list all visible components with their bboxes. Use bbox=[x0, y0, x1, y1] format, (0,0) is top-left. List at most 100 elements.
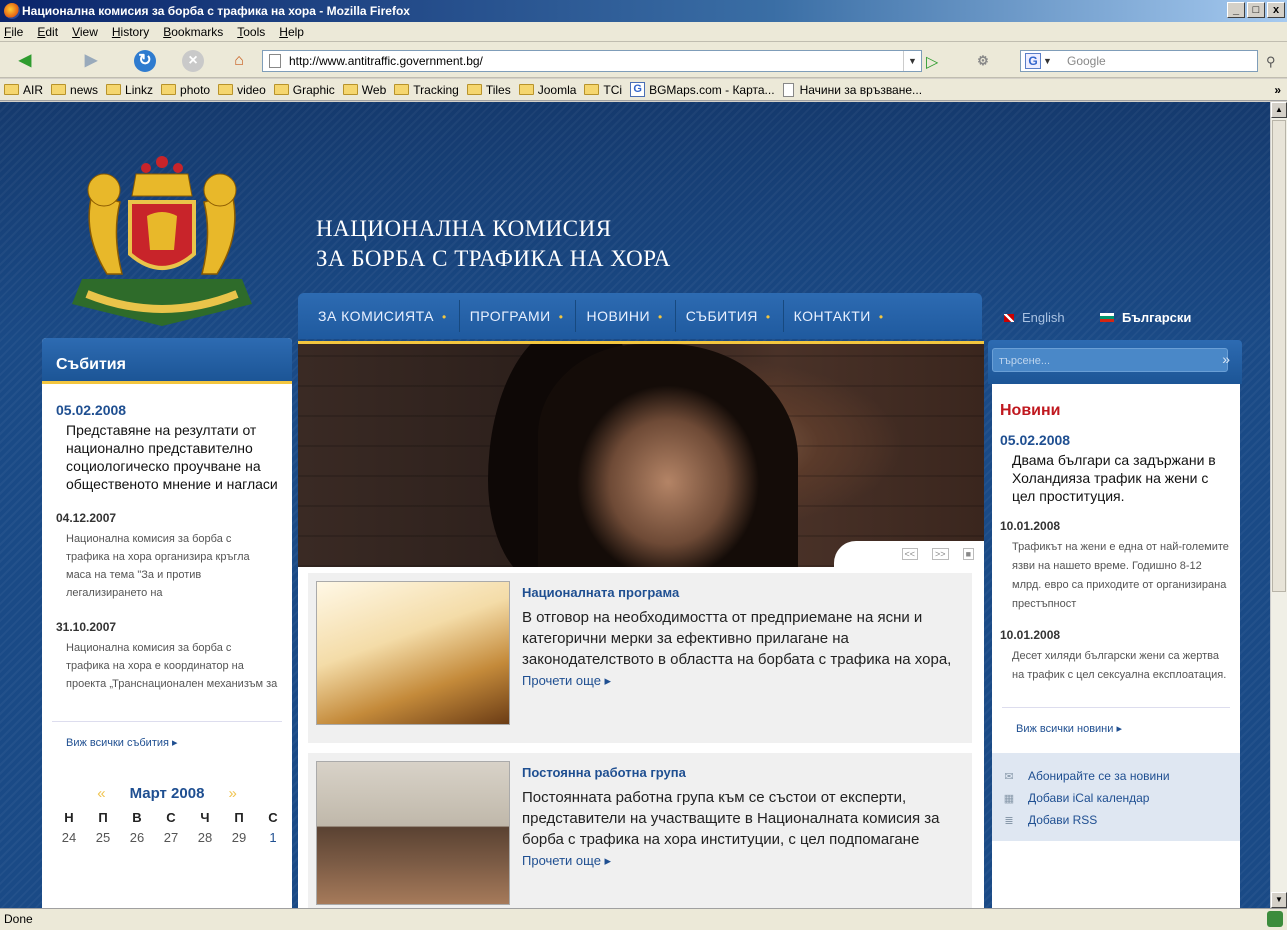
event-item[interactable]: 05.02.2008 Представяне на резултати от н… bbox=[42, 402, 292, 493]
article-title[interactable]: Националната програма bbox=[522, 585, 679, 600]
next-slide-icon[interactable]: >> bbox=[932, 548, 949, 560]
scroll-down-icon[interactable]: ▼ bbox=[1271, 892, 1287, 908]
news-item[interactable]: Десет хиляди български жени са жертва на… bbox=[1012, 647, 1234, 685]
nav-novini[interactable]: НОВИНИ • bbox=[576, 308, 674, 324]
calendar-header: « Март 2008 » bbox=[42, 785, 292, 802]
bookmark-web[interactable]: Web bbox=[342, 83, 386, 97]
dot-icon: • bbox=[558, 310, 564, 324]
menu-history[interactable]: History bbox=[112, 25, 149, 39]
status-bar: Done bbox=[0, 908, 1287, 930]
main-navigation: ЗА КОМИСИЯТА • ПРОГРАМИ • НОВИНИ • СЪБИТИЯ •… bbox=[298, 293, 982, 339]
nav-programi[interactable]: ПРОГРАМИ • bbox=[460, 308, 576, 324]
hero-image: << >> ■ bbox=[298, 341, 984, 567]
bookmark-bgmaps[interactable]: G BGMaps.com - Карта... bbox=[630, 82, 775, 97]
calendar-day[interactable]: 24 bbox=[52, 830, 86, 850]
status-text: Done bbox=[4, 912, 33, 926]
nav-sabitiya[interactable]: СЪБИТИЯ • bbox=[676, 308, 783, 324]
calendar-day[interactable]: 29 bbox=[222, 830, 256, 850]
calendar-grid: Н П В С Ч П С 24 25 26 27 28 29 1 bbox=[52, 810, 292, 850]
dot-icon: • bbox=[765, 310, 771, 324]
menu-help[interactable]: Help bbox=[279, 25, 304, 39]
stop-slide-icon[interactable]: ■ bbox=[962, 548, 974, 560]
rss-link[interactable]: ≣ Добави RSS bbox=[1002, 813, 1240, 827]
page-icon bbox=[269, 54, 281, 68]
news-item[interactable]: Трафикът на жени е една от най-големите … bbox=[1012, 538, 1234, 614]
feed-icon[interactable]: ⚙ bbox=[972, 50, 994, 72]
menu-file[interactable]: File bbox=[4, 25, 23, 39]
main-content: Националната програма В отговор на необх… bbox=[298, 567, 984, 908]
book-image[interactable] bbox=[316, 581, 510, 725]
article-title[interactable]: Постоянна работна група bbox=[522, 765, 686, 780]
dot-icon: • bbox=[658, 310, 663, 324]
bookmark-linkz[interactable]: Linkz bbox=[106, 83, 153, 97]
chevron-down-icon[interactable]: ▼ bbox=[903, 51, 921, 71]
lang-english[interactable]: English bbox=[1004, 310, 1065, 325]
bookmark-news[interactable]: news bbox=[51, 83, 98, 97]
close-button[interactable]: x bbox=[1267, 2, 1285, 18]
back-arrow-icon[interactable]: ◀ bbox=[14, 50, 36, 72]
home-icon[interactable]: ⌂ bbox=[228, 50, 250, 72]
google-icon[interactable]: G bbox=[1025, 53, 1041, 69]
reload-icon[interactable]: ↻ bbox=[134, 50, 156, 72]
calendar-day[interactable]: 26 bbox=[120, 830, 154, 850]
read-more-link[interactable]: Прочети още ▸ bbox=[522, 673, 611, 688]
meeting-image[interactable] bbox=[316, 761, 510, 905]
page-icon bbox=[782, 82, 794, 97]
calendar-day[interactable]: 28 bbox=[188, 830, 222, 850]
folder-icon bbox=[4, 84, 19, 95]
calendar-day[interactable]: 1 bbox=[256, 830, 290, 850]
menu-edit[interactable]: Edit bbox=[37, 25, 58, 39]
chevron-down-icon[interactable]: ▼ bbox=[1043, 51, 1052, 71]
prev-slide-icon[interactable]: << bbox=[901, 548, 919, 560]
scroll-up-icon[interactable]: ▲ bbox=[1271, 102, 1287, 118]
navigation-toolbar: ◀ ▶ ↻ × ⌂ http://www.antitraffic.governm… bbox=[0, 42, 1287, 78]
nav-za-komisiyata[interactable]: ЗА КОМИСИЯТА • bbox=[308, 308, 459, 324]
news-item[interactable]: Двама българи са задържани в Холандияза … bbox=[1012, 451, 1230, 505]
bookmark-photo[interactable]: photo bbox=[161, 83, 210, 97]
forward-arrow-icon[interactable]: ▶ bbox=[80, 50, 102, 72]
dot-icon: • bbox=[878, 310, 884, 324]
bookmark-tiles[interactable]: Tiles bbox=[466, 83, 511, 97]
menu-bookmarks[interactable]: Bookmarks bbox=[163, 25, 223, 39]
read-more-link[interactable]: Прочети още ▸ bbox=[522, 853, 611, 868]
page-scrollbar[interactable]: ▲ ▼ bbox=[1270, 102, 1287, 908]
event-item[interactable]: 04.12.2007 Национална комисия за борба с… bbox=[42, 511, 292, 602]
bookmark-tracking[interactable]: Tracking bbox=[394, 83, 459, 97]
calendar-day[interactable]: 25 bbox=[86, 830, 120, 850]
search-go-icon[interactable]: » bbox=[1222, 351, 1230, 367]
ical-link[interactable]: ▦ Добави iCal календар bbox=[1002, 791, 1240, 805]
coat-of-arms-logo[interactable] bbox=[62, 154, 262, 329]
see-all-news-link[interactable]: Виж всички новини ▸ bbox=[1002, 707, 1230, 747]
nav-kontakti[interactable]: КОНТАКТИ • bbox=[784, 308, 896, 324]
prev-month-icon[interactable]: « bbox=[97, 785, 105, 802]
rss-icon: ≣ bbox=[1004, 814, 1014, 827]
subscribe-box: ✉ Абонирайте се за новини ▦ Добави iCal ка… bbox=[992, 753, 1240, 841]
chevron-right-icon[interactable]: » bbox=[1274, 83, 1281, 97]
envelope-icon: ✉ bbox=[1004, 770, 1014, 783]
see-all-events-link[interactable]: Виж всички събития ▸ bbox=[52, 721, 282, 749]
calendar-day[interactable]: 27 bbox=[154, 830, 188, 850]
bookmark-nachini[interactable]: Начини за връзване... bbox=[782, 82, 922, 97]
go-button[interactable]: ▷ bbox=[926, 52, 938, 72]
bookmark-tci[interactable]: TCi bbox=[584, 83, 622, 97]
minimize-button[interactable]: _ bbox=[1227, 2, 1245, 18]
search-icon[interactable]: ⚲ bbox=[1266, 54, 1276, 70]
folder-icon bbox=[342, 84, 358, 95]
maximize-button[interactable]: □ bbox=[1247, 2, 1265, 18]
bookmark-air[interactable]: AIR bbox=[4, 83, 43, 97]
url-input[interactable]: http://www.antitraffic.government.bg/ ▼ bbox=[262, 50, 922, 72]
lang-bulgarian[interactable]: Български bbox=[1100, 310, 1191, 325]
bookmark-joomla[interactable]: Joomla bbox=[518, 83, 576, 97]
bookmark-video[interactable]: video bbox=[218, 83, 266, 97]
scroll-thumb[interactable] bbox=[1272, 120, 1286, 592]
site-search-input[interactable]: търсене... bbox=[992, 348, 1228, 372]
menu-tools[interactable]: Tools bbox=[237, 25, 265, 39]
menu-view[interactable]: View bbox=[72, 25, 98, 39]
stop-icon[interactable]: × bbox=[182, 50, 204, 72]
next-month-icon[interactable]: » bbox=[228, 785, 236, 802]
subscribe-link[interactable]: ✉ Абонирайте се за новини bbox=[1002, 769, 1240, 783]
event-item[interactable]: 31.10.2007 Национална комисия за борба с… bbox=[42, 620, 292, 693]
bookmark-graphic[interactable]: Graphic bbox=[273, 83, 335, 97]
search-input[interactable]: G ▼ Google bbox=[1020, 50, 1258, 72]
menu-bar: File Edit View History Bookmarks Tools H… bbox=[0, 22, 1287, 42]
